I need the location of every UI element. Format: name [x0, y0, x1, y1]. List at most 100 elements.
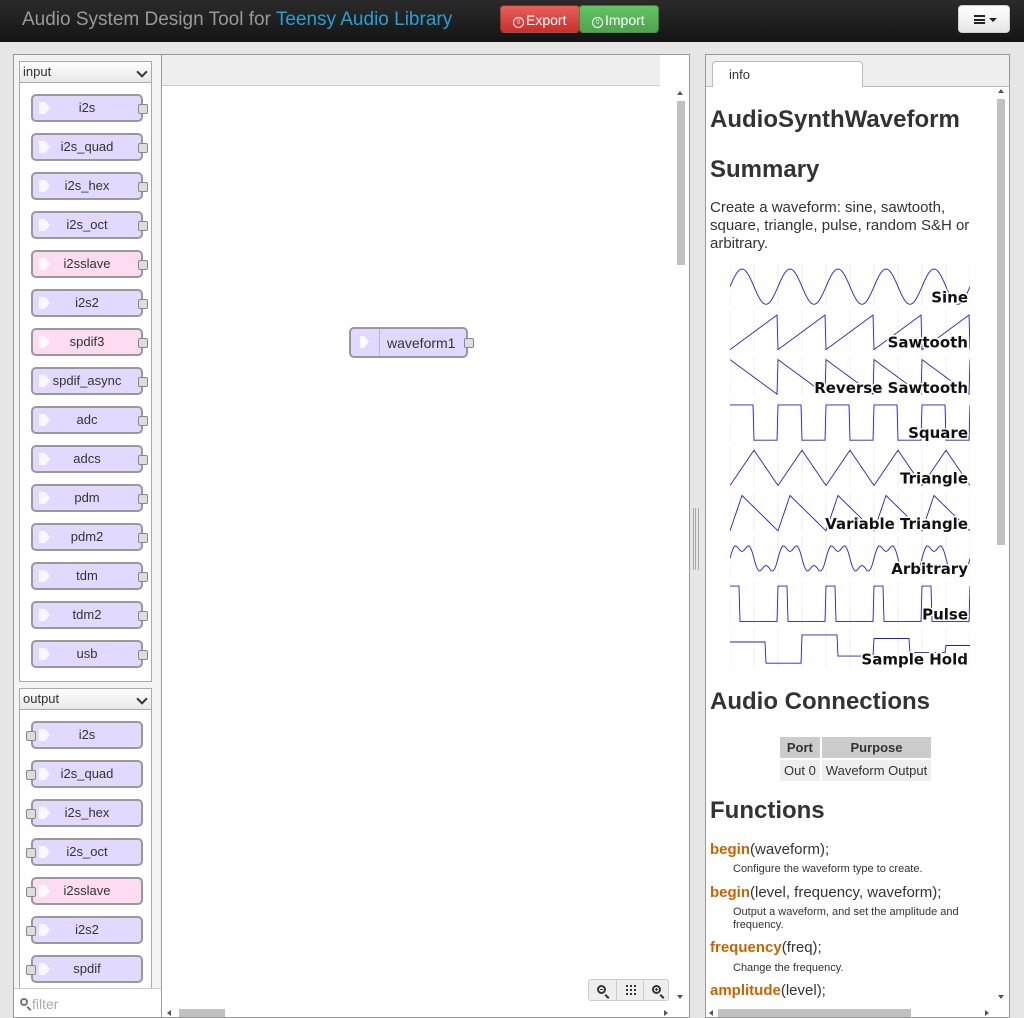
palette-node-label: i2s [78, 727, 96, 742]
palette-node[interactable]: i2s_hex [31, 172, 148, 200]
palette-node[interactable]: i2s_oct [31, 211, 148, 239]
palette-node-label: i2s_quad [60, 139, 114, 154]
palette-node[interactable]: tdm2 [31, 601, 148, 629]
info-panel: info AudioSynthWaveform Summary Create a… [705, 54, 1010, 1018]
palette-node[interactable]: i2s_oct [26, 838, 143, 866]
palette-node[interactable]: i2sslave [31, 250, 148, 278]
category-input-header[interactable]: input [19, 61, 152, 83]
palette-node-label: tdm2 [72, 607, 102, 622]
workspace-vertical-scrollbar[interactable] [672, 87, 686, 1003]
palette-node[interactable]: pdm [31, 484, 148, 512]
filter-bar [14, 988, 161, 1017]
palette-node[interactable]: adcs [31, 445, 148, 473]
waveform-label: Sawtooth [888, 334, 968, 352]
palette-node[interactable]: pdm2 [31, 523, 148, 551]
table-header: Port [780, 737, 820, 758]
import-button[interactable]: ⇧ Import [579, 5, 659, 33]
scroll-up-icon[interactable] [998, 89, 1004, 93]
palette-node[interactable]: spdif_async [31, 367, 148, 395]
palette-node-label: i2sslave [63, 883, 111, 898]
palette-node-label: pdm [74, 490, 100, 505]
palette-node-label: adcs [73, 451, 101, 466]
palette-node-label: i2s2 [75, 922, 99, 937]
palette-node-label: tdm [76, 568, 98, 583]
canvas-node-waveform1[interactable]: waveform1 [349, 327, 474, 358]
waveform-label: Pulse [922, 605, 968, 623]
scrollbar-thumb[interactable] [718, 1009, 911, 1017]
palette-node[interactable]: i2s [26, 721, 143, 749]
app-title: Audio System Design Tool for Teensy Audi… [22, 9, 452, 31]
palette-node[interactable]: tdm [31, 562, 148, 590]
palette-node[interactable]: i2s_quad [31, 133, 148, 161]
category-output-label: output [23, 691, 60, 706]
output-port [138, 299, 148, 309]
output-port [138, 611, 148, 621]
palette-node[interactable]: i2s [31, 94, 148, 122]
palette-node[interactable]: i2s_quad [26, 760, 143, 788]
scrollbar-thumb[interactable] [997, 99, 1005, 545]
palette-node[interactable]: spdif [26, 955, 143, 983]
scroll-right-icon[interactable] [985, 1010, 989, 1016]
table-header: Purpose [821, 737, 932, 758]
node-icon [351, 329, 380, 356]
tab-info[interactable]: info [712, 61, 863, 87]
palette-node-label: i2s2 [75, 295, 99, 310]
function-signature: begin(level, frequency, waveform); [710, 884, 941, 901]
function-args: (freq); [781, 939, 822, 956]
output-port [138, 416, 148, 426]
palette-node[interactable]: adc [31, 406, 148, 434]
scrollbar-thumb[interactable] [179, 1009, 225, 1017]
export-button[interactable]: ⇩ Export [500, 5, 580, 33]
palette-node-label: i2s_hex [64, 805, 110, 820]
teensy-audio-library-link[interactable]: Teensy Audio Library [276, 9, 452, 30]
palette-node[interactable]: i2s2 [31, 289, 148, 317]
scrollbar-thumb[interactable] [677, 101, 685, 265]
palette-node[interactable]: i2s2 [26, 916, 143, 944]
panel-splitter[interactable] [693, 508, 699, 570]
main-menu-button[interactable] [958, 5, 1010, 33]
scroll-up-icon[interactable] [677, 91, 683, 95]
palette-node-label: spdif3 [69, 334, 105, 349]
output-port [138, 650, 148, 660]
function-args: (level, frequency, waveform); [750, 884, 942, 901]
zoom-in-button[interactable] [643, 980, 671, 1000]
header: Audio System Design Tool for Teensy Audi… [0, 0, 1024, 42]
palette-node-label: pdm2 [70, 529, 104, 544]
scroll-down-icon[interactable] [677, 995, 683, 999]
waveform-label: Sine [931, 288, 968, 306]
scroll-right-icon[interactable] [664, 1010, 668, 1016]
function-args: (level); [780, 982, 826, 999]
zoom-reset-button[interactable] [616, 980, 644, 1000]
palette-node[interactable]: i2s_hex [26, 799, 143, 827]
zoom-in-icon [652, 985, 661, 994]
waveform-label: Square [908, 424, 968, 442]
output-port [138, 455, 148, 465]
info-title: AudioSynthWaveform [710, 106, 960, 133]
info-tabbar: info [706, 55, 1009, 87]
input-port [26, 887, 36, 897]
scroll-left-icon[interactable] [709, 1010, 713, 1016]
scroll-down-icon[interactable] [998, 995, 1004, 999]
scroll-left-icon[interactable] [167, 1010, 171, 1016]
audio-connections-heading: Audio Connections [710, 688, 930, 715]
palette-node[interactable]: i2sslave [26, 877, 143, 905]
info-content: AudioSynthWaveform Summary Create a wave… [710, 87, 992, 1005]
palette-node-label: i2s_oct [66, 217, 108, 232]
input-port [26, 965, 36, 975]
canvas-node-label: waveform1 [387, 335, 456, 351]
zoom-controls [588, 979, 669, 1001]
category-output-header[interactable]: output [19, 688, 152, 710]
input-port [26, 731, 36, 741]
palette-node[interactable]: usb [31, 640, 148, 668]
category-input-list: i2s i2s_quad i2s_hex i2s_oct i2sslave i2s2 spd… [19, 83, 152, 682]
zoom-out-button[interactable] [589, 980, 616, 1000]
info-vertical-scrollbar[interactable] [994, 87, 1008, 1003]
chevron-down-icon [136, 66, 148, 78]
filter-input[interactable] [32, 994, 152, 1014]
workspace-horizontal-scrollbar[interactable] [162, 1005, 672, 1017]
palette-node-label: i2s_quad [60, 766, 114, 781]
waveform-label: Triangle [900, 470, 968, 488]
output-port[interactable] [464, 338, 474, 348]
palette-node[interactable]: spdif3 [31, 328, 148, 356]
info-horizontal-scrollbar[interactable] [706, 1005, 996, 1017]
